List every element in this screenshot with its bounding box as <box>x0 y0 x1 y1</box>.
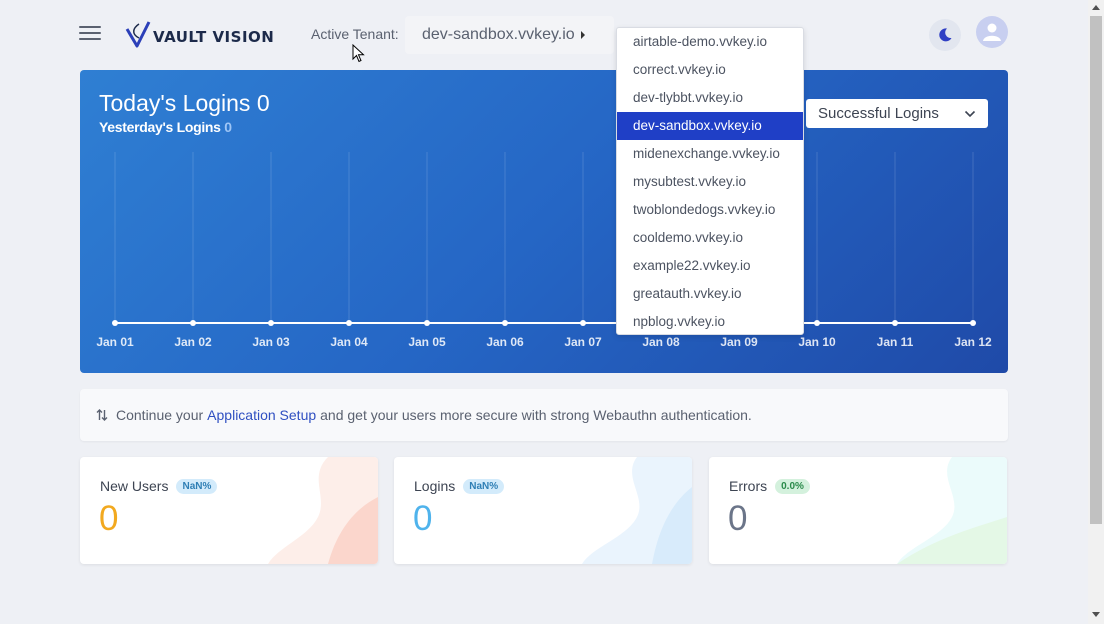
x-tick-label: Jan 12 <box>954 335 992 349</box>
errors-label: Errors 0.0% <box>729 478 810 494</box>
x-tick-label: Jan 03 <box>252 335 290 349</box>
metric-select[interactable]: Successful Logins <box>806 99 988 128</box>
data-point[interactable] <box>424 320 430 326</box>
chevron-down-icon <box>964 110 976 117</box>
tenant-option[interactable]: mysubtest.vvkey.io <box>617 168 803 196</box>
tenant-dropdown-menu: airtable-demo.vvkey.io correct.vvkey.io de… <box>616 27 804 335</box>
vault-vision-logo[interactable]: VAULT VISION <box>125 20 274 48</box>
x-tick-label: Jan 11 <box>877 335 914 349</box>
new-users-label: New Users NaN% <box>100 478 218 494</box>
logo-text: VAULT VISION <box>153 28 275 46</box>
moon-icon <box>939 28 952 42</box>
data-point[interactable] <box>112 320 118 326</box>
logins-label: Logins NaN% <box>414 478 505 494</box>
x-tick-label: Jan 04 <box>330 335 368 349</box>
setup-banner: Continue your Application Setup and get … <box>80 389 1008 441</box>
yesterdays-logins-label: Yesterday's Logins <box>99 119 221 135</box>
x-tick-label: Jan 05 <box>408 335 446 349</box>
tenant-option[interactable]: cooldemo.vvkey.io <box>617 224 803 252</box>
data-point[interactable] <box>268 320 274 326</box>
tenant-select-value: dev-sandbox.vvkey.io <box>422 26 575 43</box>
data-point[interactable] <box>970 320 976 326</box>
logo-mark-icon <box>125 21 151 48</box>
x-tick-label: Jan 02 <box>174 335 212 349</box>
yesterdays-logins: Yesterday's Logins 0 <box>99 119 232 135</box>
tenant-select[interactable]: dev-sandbox.vvkey.io <box>405 16 614 54</box>
x-tick-label: Jan 08 <box>642 335 680 349</box>
x-tick-label: Jan 01 <box>96 335 134 349</box>
active-tenant-label: Active Tenant: <box>311 26 399 42</box>
tenant-option[interactable]: dev-tlybbt.vvkey.io <box>617 84 803 112</box>
errors-badge: 0.0% <box>775 478 810 494</box>
sort-arrows-icon <box>96 408 108 422</box>
x-tick-label: Jan 09 <box>720 335 758 349</box>
card-decoration <box>582 457 692 564</box>
new-users-badge: NaN% <box>176 478 218 494</box>
tenant-option[interactable]: greatauth.vvkey.io <box>617 280 803 308</box>
stat-label-text: New Users <box>100 478 169 494</box>
x-tick-label: Jan 10 <box>798 335 836 349</box>
x-tick-label: Jan 06 <box>486 335 524 349</box>
tenant-option[interactable]: airtable-demo.vvkey.io <box>617 28 803 56</box>
scroll-down-arrow-icon[interactable] <box>1092 612 1100 617</box>
x-tick-label: Jan 07 <box>564 335 602 349</box>
top-header: VAULT VISION Active Tenant: dev-sandbox.… <box>0 0 1088 70</box>
yesterdays-logins-value: 0 <box>224 119 232 135</box>
tenant-option[interactable]: npblog.vvkey.io <box>617 308 803 336</box>
data-point[interactable] <box>580 320 586 326</box>
card-decoration <box>268 457 378 564</box>
tenant-option[interactable]: correct.vvkey.io <box>617 56 803 84</box>
todays-logins-title: Today's Logins 0 <box>99 90 270 116</box>
new-users-card: New Users NaN% 0 <box>80 457 378 564</box>
new-users-value: 0 <box>99 499 119 538</box>
errors-card: Errors 0.0% 0 <box>709 457 1007 564</box>
dark-mode-toggle[interactable] <box>929 19 961 51</box>
menu-icon[interactable] <box>79 26 101 44</box>
metric-select-value: Successful Logins <box>818 105 939 122</box>
data-point[interactable] <box>346 320 352 326</box>
tenant-option[interactable]: twoblondedogs.vvkey.io <box>617 196 803 224</box>
tenant-option[interactable]: dev-sandbox.vvkey.io <box>617 112 803 140</box>
data-point[interactable] <box>190 320 196 326</box>
caret-right-icon <box>580 31 585 39</box>
mouse-cursor-icon <box>352 44 365 63</box>
data-point[interactable] <box>502 320 508 326</box>
stat-label-text: Errors <box>729 478 768 494</box>
card-decoration <box>897 457 1007 564</box>
logins-chart-card: Jan 01 Jan 02 Jan 03 Jan 04 Jan 05 Jan 06 Jan … <box>80 70 1008 373</box>
stat-label-text: Logins <box>414 478 456 494</box>
tenant-option[interactable]: example22.vvkey.io <box>617 252 803 280</box>
errors-value: 0 <box>728 499 748 538</box>
banner-suffix: and get your users more secure with stro… <box>320 407 752 423</box>
data-point[interactable] <box>814 320 820 326</box>
user-avatar[interactable] <box>976 16 1008 48</box>
scroll-up-arrow-icon[interactable] <box>1092 5 1100 10</box>
scrollbar-thumb[interactable] <box>1090 16 1102 524</box>
banner-prefix: Continue your <box>116 407 204 423</box>
logins-badge: NaN% <box>463 478 505 494</box>
user-icon <box>983 23 1001 41</box>
data-point[interactable] <box>892 320 898 326</box>
logins-value: 0 <box>413 499 433 538</box>
tenant-option[interactable]: midenexchange.vvkey.io <box>617 140 803 168</box>
application-setup-link[interactable]: Application Setup <box>207 407 316 423</box>
logins-card: Logins NaN% 0 <box>394 457 692 564</box>
